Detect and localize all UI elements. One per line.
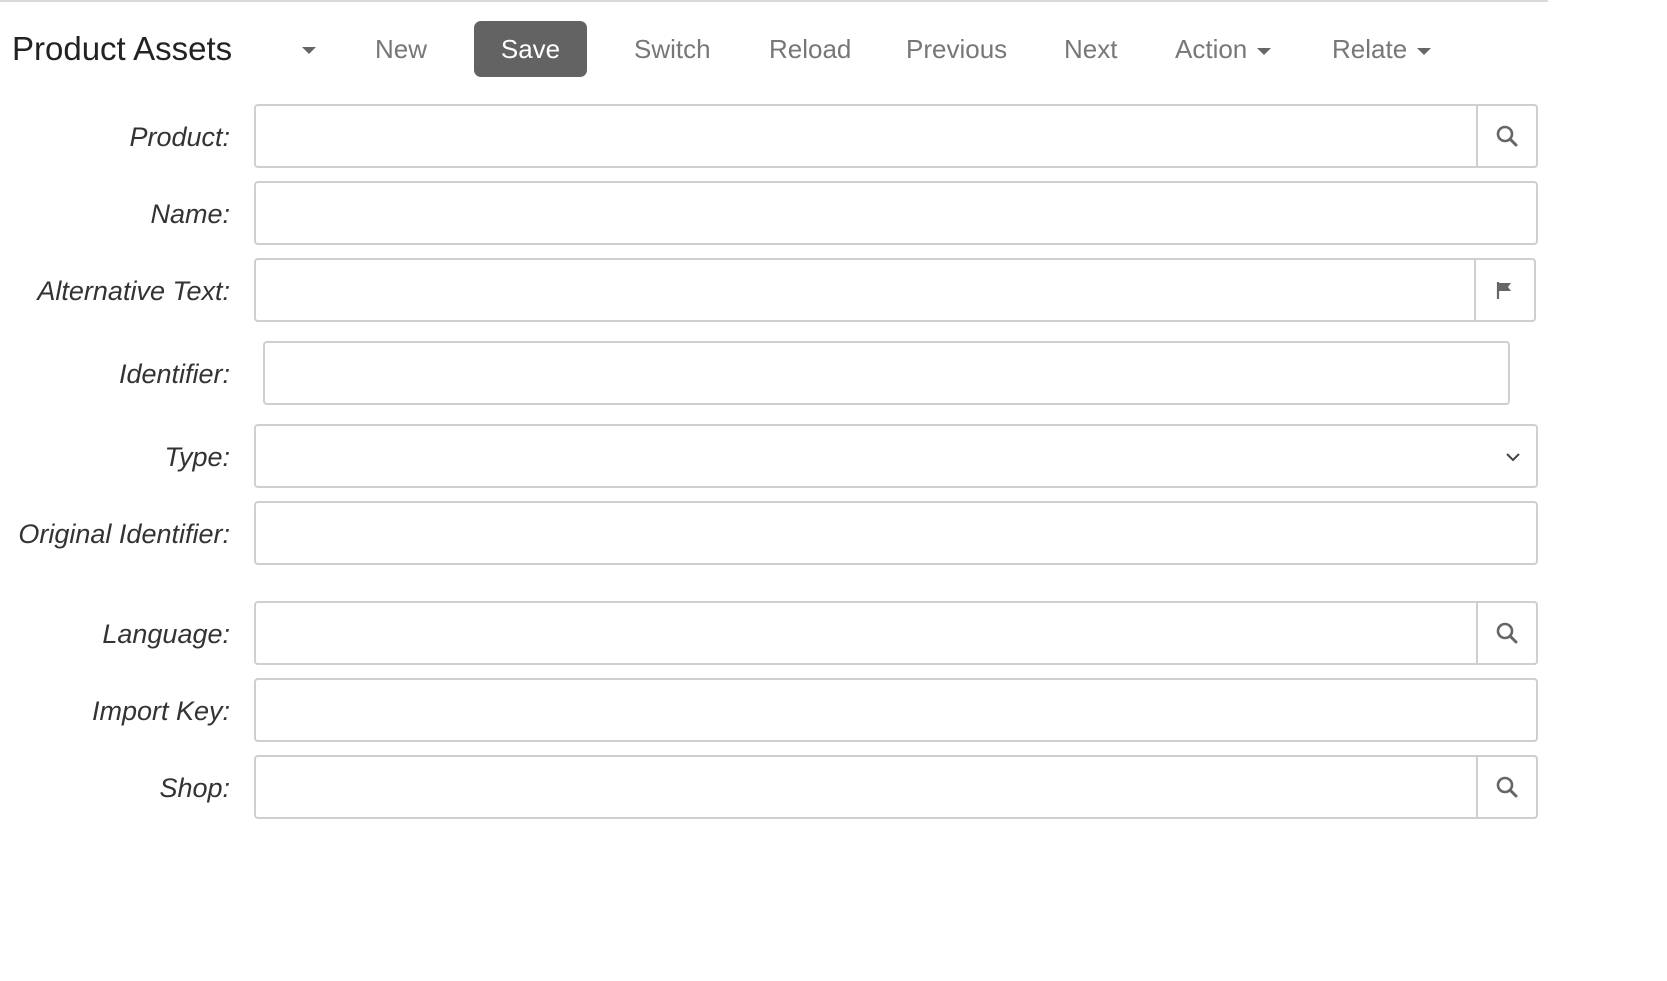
switch-button[interactable]: Switch (634, 21, 711, 77)
language-field-wrap (254, 601, 1538, 665)
name-label: Name: (150, 199, 230, 229)
top-divider (0, 0, 1548, 2)
import-key-row: Import Key: (0, 678, 1667, 744)
language-search-button[interactable] (1476, 601, 1538, 665)
language-row: Language: (0, 601, 1667, 667)
relate-menu-button[interactable]: Relate (1332, 21, 1432, 77)
import-key-label: Import Key: (91, 696, 230, 726)
action-menu-button[interactable]: Action (1175, 21, 1272, 77)
title-menu-caret-icon[interactable] (302, 47, 316, 54)
language-input[interactable] (256, 603, 1476, 663)
previous-button[interactable]: Previous (906, 21, 1007, 77)
product-field-wrap (254, 104, 1538, 168)
alt-text-input[interactable] (256, 260, 1476, 320)
language-label: Language: (102, 619, 230, 649)
original-identifier-field-wrap (254, 501, 1538, 565)
chevron-down-icon (1506, 453, 1520, 462)
type-select[interactable] (254, 424, 1538, 488)
type-label: Type: (164, 442, 230, 472)
caret-down-icon (1257, 47, 1272, 55)
identifier-input[interactable] (265, 343, 1508, 403)
flag-icon (1496, 282, 1511, 299)
name-input[interactable] (256, 183, 1536, 243)
identifier-field-wrap (263, 341, 1510, 405)
product-input[interactable] (256, 106, 1476, 166)
product-label: Product: (129, 122, 230, 152)
original-identifier-label: Original Identifier: (18, 519, 230, 549)
alt-text-translate-button[interactable] (1474, 258, 1536, 322)
type-select-value (256, 426, 1536, 486)
import-key-field-wrap (254, 678, 1538, 742)
toolbar: Product Assets New Save Switch Reload Pr… (0, 18, 1667, 80)
action-menu-label: Action (1175, 34, 1248, 64)
page-title: Product Assets (12, 30, 233, 67)
original-identifier-row: Original Identifier: (0, 501, 1667, 567)
import-key-input[interactable] (256, 680, 1536, 740)
alt-text-row: Alternative Text: (0, 258, 1667, 324)
identifier-row: Identifier: (0, 341, 1667, 407)
shop-label: Shop: (159, 773, 230, 803)
reload-button[interactable]: Reload (769, 21, 851, 77)
identifier-label: Identifier: (118, 359, 230, 389)
save-button[interactable]: Save (474, 21, 587, 77)
name-field-wrap (254, 181, 1538, 245)
shop-row: Shop: (0, 755, 1667, 821)
search-icon (1496, 125, 1518, 147)
new-button[interactable]: New (375, 21, 427, 77)
caret-down-icon (1417, 47, 1432, 55)
shop-search-button[interactable] (1476, 755, 1538, 819)
alt-text-label: Alternative Text: (37, 276, 230, 306)
original-identifier-input[interactable] (256, 503, 1536, 563)
search-icon (1496, 622, 1518, 644)
shop-input[interactable] (256, 757, 1476, 817)
type-row: Type: (0, 424, 1667, 490)
search-icon (1496, 776, 1518, 798)
product-row: Product: (0, 104, 1667, 170)
next-button[interactable]: Next (1064, 21, 1117, 77)
shop-field-wrap (254, 755, 1538, 819)
alt-text-field-wrap (254, 258, 1536, 322)
relate-menu-label: Relate (1332, 34, 1408, 64)
product-search-button[interactable] (1476, 104, 1538, 168)
name-row: Name: (0, 181, 1667, 247)
